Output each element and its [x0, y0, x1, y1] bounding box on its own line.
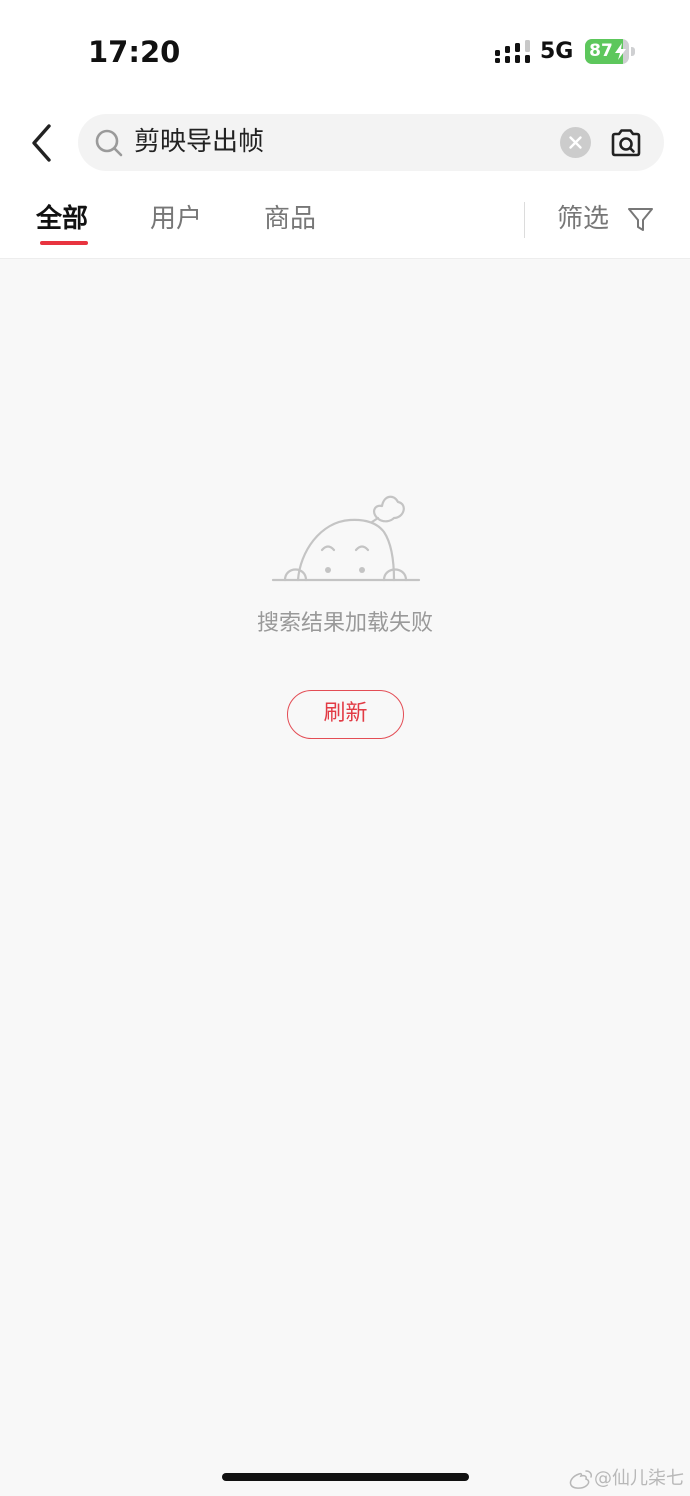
network-type: 5G	[540, 39, 574, 64]
clear-search-button[interactable]	[560, 127, 591, 158]
header-divider	[0, 258, 690, 259]
camera-icon[interactable]	[608, 125, 644, 161]
weibo-icon	[569, 1470, 592, 1489]
status-time: 17:20	[88, 35, 181, 69]
tab-separator	[524, 202, 525, 238]
back-arrow-icon[interactable]	[22, 120, 62, 166]
battery-level: 87	[589, 41, 613, 61]
search-icon	[95, 129, 123, 157]
watermark-text: @仙儿柒七	[594, 1468, 684, 1489]
screen: 17:20 5G 87 剪映导出帧 全部 用户 商品 筛选 搜索结果加载失败 刷…	[0, 0, 690, 1496]
home-indicator[interactable]	[222, 1473, 469, 1481]
load-failed-message: 搜索结果加载失败	[256, 611, 433, 636]
active-tab-indicator	[40, 241, 88, 245]
tab-users[interactable]: 用户	[150, 196, 202, 242]
battery-nub	[631, 47, 635, 56]
clear-icon	[569, 136, 582, 149]
tab-products[interactable]: 商品	[264, 196, 316, 242]
watermark: @仙儿柒七	[568, 1466, 688, 1492]
charging-bolt-icon	[615, 43, 626, 60]
filter-funnel-icon[interactable]	[627, 206, 654, 233]
signal-strength-icon	[495, 40, 530, 63]
search-input[interactable]: 剪映导出帧	[78, 114, 664, 171]
battery-icon: 87	[585, 39, 635, 64]
search-query: 剪映导出帧	[134, 127, 265, 157]
battery-body: 87	[585, 39, 629, 64]
load-failed-illustration-icon	[271, 495, 421, 582]
tab-all[interactable]: 全部	[36, 196, 88, 242]
refresh-button[interactable]: 刷新	[287, 690, 404, 739]
filter-button[interactable]: 筛选	[557, 196, 609, 242]
